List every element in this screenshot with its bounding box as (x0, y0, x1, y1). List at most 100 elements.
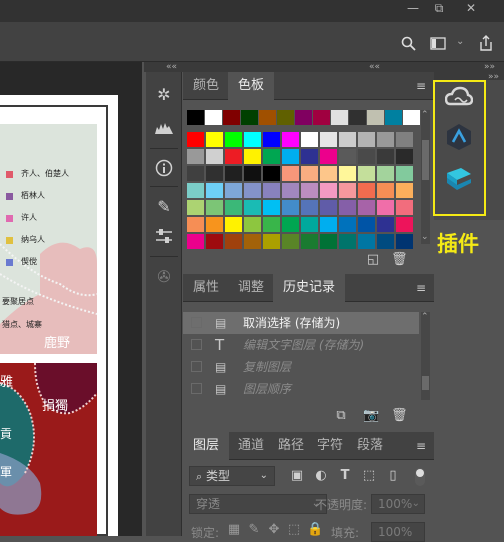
swatch[interactable] (377, 234, 394, 249)
filter-shape-icon[interactable]: ⬚ (361, 468, 377, 483)
swatch[interactable] (282, 217, 299, 232)
swatch[interactable] (377, 132, 394, 147)
swatch[interactable] (263, 132, 280, 147)
search-icon[interactable] (401, 36, 416, 51)
swatch[interactable] (263, 183, 280, 198)
opacity-input[interactable]: 100% ⌄ (371, 494, 425, 514)
swatch[interactable] (187, 200, 204, 215)
swatch[interactable] (320, 132, 337, 147)
history-checkbox[interactable] (191, 361, 202, 372)
swatch[interactable] (396, 217, 413, 232)
swatch[interactable] (320, 234, 337, 249)
swatch[interactable] (358, 149, 375, 164)
swatch[interactable] (244, 149, 261, 164)
swatch[interactable] (301, 200, 318, 215)
lock-artboard-icon[interactable]: ⬚ (287, 522, 301, 537)
filter-adjustment-icon[interactable]: ◐ (313, 468, 329, 483)
swatch[interactable] (223, 110, 240, 125)
history-item[interactable]: ▤ 取消选择 (存储为) (183, 312, 419, 334)
close-button[interactable]: ✕ (458, 0, 484, 18)
swatch[interactable] (320, 183, 337, 198)
swatch[interactable] (225, 234, 242, 249)
swatch[interactable] (301, 132, 318, 147)
new-snapshot-from-state-icon[interactable]: ⧉ (333, 408, 349, 423)
scroll-down-icon[interactable]: ⌄ (421, 232, 429, 242)
swatch[interactable] (244, 234, 261, 249)
swatch[interactable] (187, 166, 204, 181)
swatch[interactable] (320, 200, 337, 215)
scrollbar-thumb[interactable] (422, 140, 429, 180)
collapse-right-icon[interactable]: »» (488, 72, 499, 82)
swatch[interactable] (339, 200, 356, 215)
lock-all-icon[interactable]: 🔒 (307, 522, 323, 537)
history-checkbox[interactable] (191, 339, 202, 350)
minimize-button[interactable]: — (400, 0, 426, 18)
swatch[interactable] (396, 200, 413, 215)
swatch[interactable] (339, 183, 356, 198)
swatch[interactable] (277, 110, 294, 125)
swatch[interactable] (244, 166, 261, 181)
swatch[interactable] (377, 183, 394, 198)
panel-menu-icon[interactable]: ≡ (414, 274, 428, 302)
swatches-scrollbar[interactable]: ⌃ ⌄ (421, 110, 430, 244)
swatch[interactable] (282, 183, 299, 198)
swatch[interactable] (301, 183, 318, 198)
history-checkbox[interactable] (191, 383, 202, 394)
swatch[interactable] (282, 200, 299, 215)
swatch[interactable] (349, 110, 366, 125)
workspace-chevron-icon[interactable]: ⌄ (456, 37, 464, 47)
swatch[interactable] (358, 217, 375, 232)
swatch[interactable] (282, 132, 299, 147)
swatch[interactable] (339, 132, 356, 147)
swatch[interactable] (339, 149, 356, 164)
new-swatch-icon[interactable]: ◱ (366, 252, 380, 267)
swatch[interactable] (301, 149, 318, 164)
swatch[interactable] (206, 166, 223, 181)
collapse-right-icon[interactable]: »» (484, 62, 495, 72)
tab-swatches[interactable]: 色板 (228, 72, 275, 100)
swatch[interactable] (339, 217, 356, 232)
blend-mode-select[interactable]: 穿透 ⌄ (189, 494, 327, 514)
swatch[interactable] (206, 200, 223, 215)
swatch[interactable] (377, 149, 394, 164)
lock-position-icon[interactable]: ✥ (267, 522, 281, 537)
swatch[interactable] (225, 217, 242, 232)
swatch[interactable] (396, 183, 413, 198)
swatch[interactable] (187, 183, 204, 198)
history-item[interactable]: ▤ 复制图层 (183, 356, 419, 378)
swatch[interactable] (282, 166, 299, 181)
swatch[interactable] (358, 132, 375, 147)
adjustments-icon[interactable] (146, 218, 182, 252)
tab-layers[interactable]: 图层 (183, 432, 230, 460)
swatch[interactable] (301, 234, 318, 249)
swatch[interactable] (367, 110, 384, 125)
swatch[interactable] (377, 200, 394, 215)
swatch[interactable] (263, 200, 280, 215)
lock-image-icon[interactable]: ✎ (247, 522, 261, 537)
swatch[interactable] (320, 149, 337, 164)
swatch[interactable] (225, 200, 242, 215)
swatch[interactable] (377, 217, 394, 232)
tab-color[interactable]: 颜色 (183, 72, 229, 100)
tab-paragraph[interactable]: 段落 (347, 432, 393, 460)
swatch[interactable] (187, 110, 204, 125)
panel-menu-icon[interactable]: ≡ (414, 432, 428, 460)
layer-filter-select[interactable]: ⌕ 类型 ⌄ (189, 466, 275, 486)
swatch[interactable] (358, 166, 375, 181)
swatch[interactable] (301, 217, 318, 232)
swatch[interactable] (187, 217, 204, 232)
swatch[interactable] (385, 110, 402, 125)
swatch[interactable] (358, 200, 375, 215)
info-icon[interactable] (146, 150, 182, 184)
filter-pixel-icon[interactable]: ▣ (289, 468, 305, 483)
filter-smart-object-icon[interactable]: ▯ (385, 468, 401, 483)
swatch[interactable] (396, 234, 413, 249)
swatch[interactable] (205, 110, 222, 125)
scrollbar-thumb[interactable] (422, 376, 429, 390)
swatch[interactable] (263, 234, 280, 249)
fill-input[interactable]: 100% (371, 522, 425, 542)
scroll-up-icon[interactable]: ⌃ (421, 312, 429, 322)
histogram-icon[interactable] (146, 110, 182, 144)
swatch[interactable] (244, 200, 261, 215)
history-scrollbar[interactable]: ⌃ (421, 312, 430, 400)
